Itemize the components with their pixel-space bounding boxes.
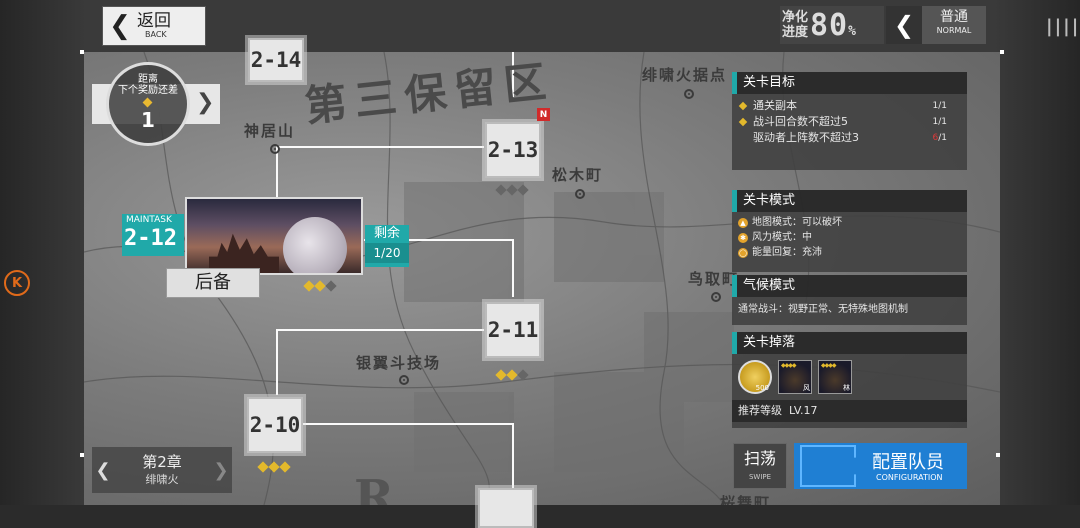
coin-icon[interactable]: 500 xyxy=(738,360,772,394)
sweep-label: 扫荡 xyxy=(743,449,776,468)
core-icon[interactable]: ◆◆◆◆ 风 xyxy=(778,360,812,394)
objectives-panel: 关卡目标 通关副本 1/1 战斗回合数不超过5 1/1 驱动者上阵数不超过3 6/1 xyxy=(732,72,967,170)
chevron-right-icon[interactable]: ❯ xyxy=(196,90,214,115)
mode-item: ▲ 地图模式：可以破坏 xyxy=(732,215,967,230)
stage-stars xyxy=(257,461,291,473)
selected-stage-id: 2-12 xyxy=(124,226,177,251)
stage-stars xyxy=(303,280,337,292)
stage-id: 2-14 xyxy=(250,48,302,72)
place-label: 神居山 xyxy=(244,122,296,140)
purify-progress: 净化 进度 80% xyxy=(780,6,884,44)
mode-item: ✱ 风力模式：中 xyxy=(732,230,967,245)
chevron-left-icon[interactable]: ❮ xyxy=(886,6,922,44)
maintask-badge: MAINTASK 2-12 xyxy=(122,214,184,256)
weather-text: 通常战斗：视野正常、无特殊地图机制 xyxy=(738,304,908,315)
stage-stars xyxy=(495,184,529,196)
objectives-title: 关卡目标 xyxy=(732,72,967,94)
drops-title: 关卡掉落 xyxy=(732,332,967,354)
difficulty-sublabel: NORMAL xyxy=(936,26,972,35)
remain-value: 1/20 xyxy=(365,243,409,263)
backup-button[interactable]: 后备 xyxy=(166,268,260,298)
map-mode-icon: ▲ xyxy=(738,217,748,228)
core-icon[interactable]: ◆◆◆◆ 林 xyxy=(818,360,852,394)
back-arrow-icon: ❮ xyxy=(109,11,131,41)
weather-title: 气候模式 xyxy=(732,275,967,297)
stage-artwork xyxy=(283,217,347,273)
back-button[interactable]: ❮ 返回 BACK xyxy=(102,6,206,46)
maintask-tag: MAINTASK xyxy=(126,215,172,225)
team-emblem-icon xyxy=(800,445,856,487)
sweep-sublabel: SWIPE xyxy=(748,473,772,481)
stage-id: 2-10 xyxy=(249,413,301,437)
reward-text: 距离 下个奖励还差 xyxy=(118,74,178,96)
stage-id: 2-11 xyxy=(487,318,539,342)
gem-icon xyxy=(738,101,748,111)
corner-marker xyxy=(80,453,84,457)
config-label: 配置队员 xyxy=(872,452,944,473)
stage-stars xyxy=(495,369,529,381)
mode-title: 关卡模式 xyxy=(732,190,967,212)
corner-marker xyxy=(996,453,1000,457)
stage-node-2-11[interactable]: 2-11 xyxy=(485,302,541,358)
remain-label: 剩余 xyxy=(373,226,400,241)
objective-item: 战斗回合数不超过5 1/1 xyxy=(732,114,967,130)
back-label: 返回 xyxy=(137,10,171,31)
objective-item: 通关副本 1/1 xyxy=(732,98,967,114)
stage-node-2-10[interactable]: 2-10 xyxy=(247,397,303,453)
sweep-button[interactable]: 扫荡 SWIPE xyxy=(733,443,787,489)
purify-value: 80% xyxy=(810,7,857,43)
stage-node-2-14[interactable]: 2-14 xyxy=(248,38,304,82)
new-badge: N xyxy=(537,108,550,121)
place-label: 松木町 xyxy=(552,166,604,184)
place-label: 绯啸火据点 xyxy=(642,66,728,84)
place-dot xyxy=(575,189,585,199)
chapter-name: 绯啸火 xyxy=(145,473,179,486)
gem-icon xyxy=(738,117,748,127)
stage-node-next[interactable] xyxy=(478,488,534,528)
reward-tracker[interactable]: 距离 下个奖励还差 1 ❯ xyxy=(92,56,220,154)
chapter-selector: ❮ 第2章 绯啸火 ❯ xyxy=(92,447,232,493)
chapter-prev-icon[interactable]: ❮ xyxy=(92,460,114,481)
map-bottom-text: R xyxy=(354,470,404,505)
mode-panel: 关卡模式 ▲ 地图模式：可以破坏 ✱ 风力模式：中 ◯ 能量回复：充沛 xyxy=(732,190,967,272)
corner-marker xyxy=(80,50,84,54)
weather-panel: 气候模式 通常战斗：视野正常、无特殊地图机制 xyxy=(732,275,967,325)
remaining-attempts: 剩余 1/20 xyxy=(365,225,409,267)
chapter-next-icon[interactable]: ❯ xyxy=(210,460,232,481)
difficulty-toggle[interactable]: ❮ 普通 NORMAL xyxy=(886,6,986,44)
place-dot xyxy=(270,144,280,154)
chapter-title: 第2章 xyxy=(142,453,182,471)
mode-item: ◯ 能量回复：充沛 xyxy=(738,247,822,258)
recommended-level: 推荐等级 LV.17 xyxy=(732,400,967,422)
configure-team-button[interactable]: 配置队员 CONFIGURATION xyxy=(794,443,967,489)
k-button[interactable]: K xyxy=(4,270,30,296)
drops-panel: 关卡掉落 500 ◆◆◆◆ 风 ◆◆◆◆ 林 推荐等级 LV.17 xyxy=(732,332,967,428)
reward-count: 1 xyxy=(141,108,155,132)
energy-icon: ◯ xyxy=(738,247,748,258)
corner-marker xyxy=(1000,50,1004,54)
place-label: 银翼斗技场 xyxy=(356,354,442,372)
stage-id: 2-13 xyxy=(487,138,539,162)
objective-item: 驱动者上阵数不超过3 6/1 xyxy=(753,131,947,144)
place-dot xyxy=(711,292,721,302)
selected-stage-card[interactable] xyxy=(185,197,363,275)
place-dot xyxy=(684,89,694,99)
config-sublabel: CONFIGURATION xyxy=(876,473,943,482)
wind-icon: ✱ xyxy=(738,232,748,243)
place-label: 桜舞町 xyxy=(720,494,772,505)
menu-icon[interactable]: |||| xyxy=(1046,16,1080,37)
place-dot xyxy=(399,375,409,385)
stage-node-2-13[interactable]: 2-13 xyxy=(485,122,541,178)
purify-label: 净化 进度 xyxy=(781,10,808,40)
back-sublabel: BACK xyxy=(145,29,167,39)
difficulty-label: 普通 xyxy=(940,9,968,25)
